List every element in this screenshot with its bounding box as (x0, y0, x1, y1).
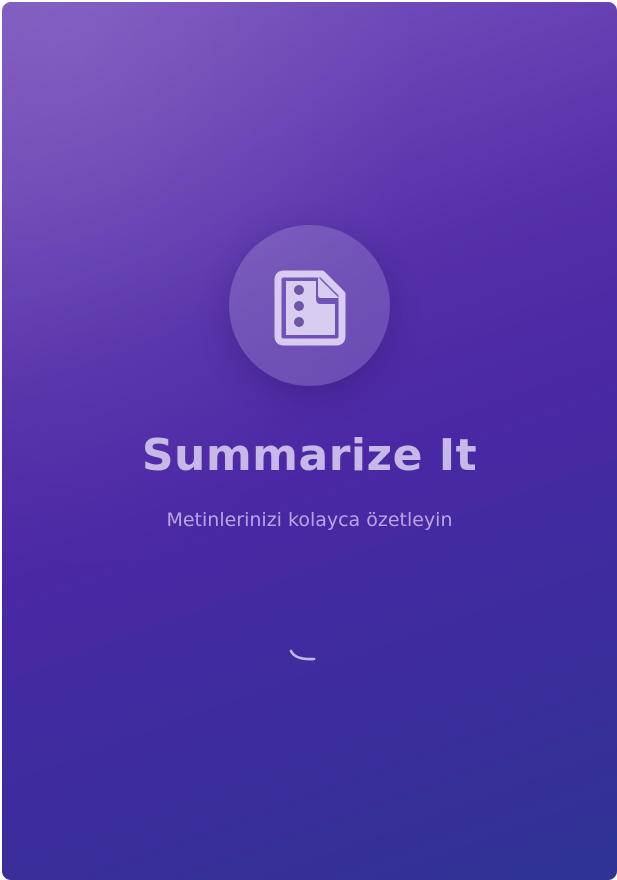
app-title: Summarize It (141, 430, 478, 481)
splash-screen: Summarize It Metinlerinizi kolayca özetl… (2, 2, 617, 880)
app-logo (229, 225, 390, 386)
document-icon (274, 270, 345, 345)
loading-spinner (287, 639, 317, 669)
app-subtitle: Metinlerinizi kolayca özetleyin (166, 509, 453, 531)
